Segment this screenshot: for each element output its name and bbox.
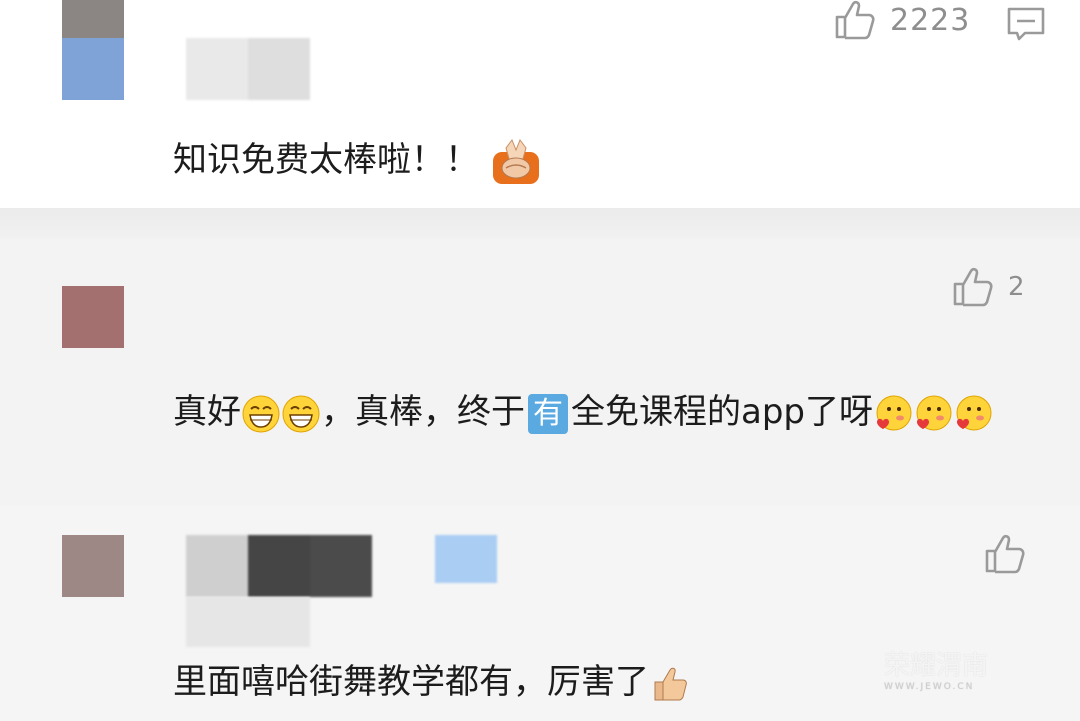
like-button[interactable] [984,534,1040,574]
grin-emoji [282,395,320,432]
like-button[interactable]: 2223 [834,0,970,40]
avatar[interactable] [62,0,124,100]
comment-item-2: 2 真好 ，真棒，终于有全免课程的app了呀 [0,238,1080,506]
time-blurred [186,597,310,647]
comment-text: 知识免费太棒啦！！ [173,134,542,186]
username-blurred[interactable] [186,535,372,597]
comment-text: 里面嘻哈街舞教学都有，厉害了 [173,656,689,708]
hands-together-emoji [492,138,539,184]
blush-heart-emoji [956,395,992,430]
thumbs-up-emoji [654,667,687,700]
blush-heart-emoji [916,395,952,430]
watermark: 荣耀渭南 WWW.JEWO.CN [884,651,989,692]
comment-text: 真好 ，真棒，终于有全免课程的app了呀 [173,386,1013,438]
like-count: 2223 [890,2,971,38]
comment-item-1: 2223 知识免费太棒啦！！ [0,0,1080,208]
thumbs-up-icon [835,0,875,40]
avatar[interactable] [62,286,124,348]
badge-blurred [435,535,497,583]
comment-divider [0,208,1080,238]
you-tag: 有 [528,393,568,434]
blush-heart-emoji [876,395,912,430]
thumbs-up-icon [953,267,993,307]
like-count: 2 [1008,272,1026,302]
avatar[interactable] [62,535,124,597]
reply-icon[interactable] [1006,6,1046,42]
like-button[interactable]: 2 [952,267,1026,307]
grin-emoji [242,395,280,432]
thumbs-up-icon [985,534,1025,574]
username-blurred[interactable] [186,38,310,100]
